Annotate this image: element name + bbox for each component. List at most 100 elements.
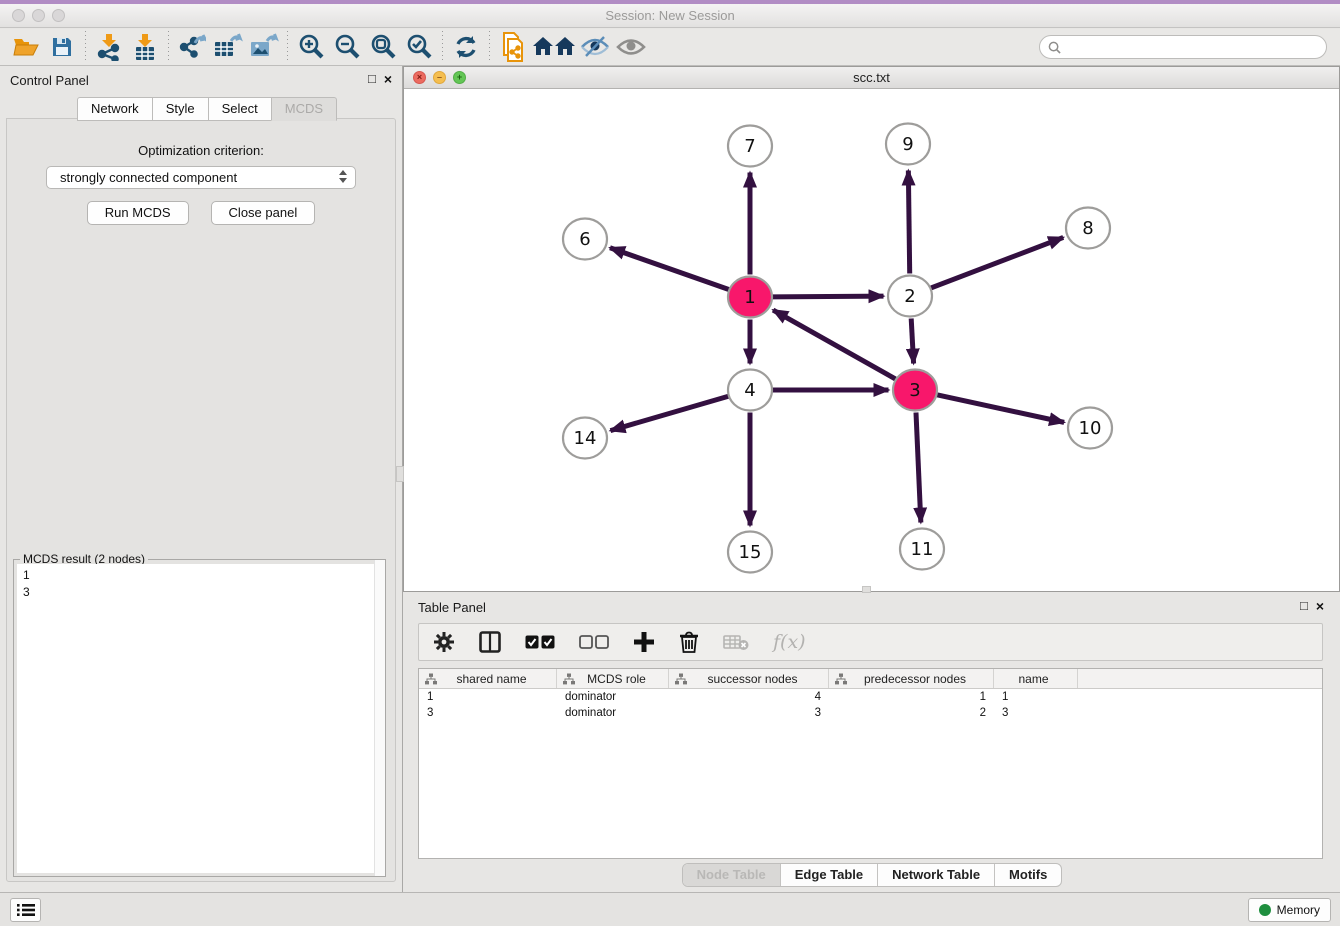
column-header-name[interactable]: name: [994, 669, 1078, 688]
task-history-button[interactable]: [10, 898, 41, 922]
node-label-3: 3: [909, 380, 920, 401]
show-graphics-details-icon[interactable]: [613, 31, 649, 63]
edge-2-3[interactable]: [911, 318, 913, 363]
toggle-columns-pane-icon[interactable]: [479, 631, 501, 653]
table-tabs: Node TableEdge TableNetwork TableMotifs: [404, 863, 1340, 887]
toolbar-separator: [287, 31, 288, 63]
cell-name[interactable]: 3: [994, 707, 1078, 719]
cell-MCDS-role[interactable]: dominator: [557, 691, 669, 703]
cell-name[interactable]: 1: [994, 691, 1078, 703]
select-stepper-icon: [339, 170, 347, 183]
float-table-panel-icon[interactable]: □: [1300, 599, 1308, 613]
zoom-fit-icon[interactable]: [365, 31, 401, 63]
cell-successor-nodes[interactable]: 3: [669, 707, 829, 719]
node-label-2: 2: [904, 286, 915, 307]
edge-3-1[interactable]: [773, 310, 895, 379]
result-scrollbar[interactable]: [374, 560, 385, 876]
mcds-panel-body: Optimization criterion: strongly connect…: [6, 118, 396, 882]
hide-graphics-details-icon[interactable]: [577, 31, 613, 63]
delete-table-icon[interactable]: [723, 633, 749, 651]
control-panel-header: Control Panel □ ×: [0, 66, 402, 96]
home-network-icon[interactable]: [531, 31, 577, 63]
edge-3-11[interactable]: [916, 412, 921, 522]
export-table-icon[interactable]: [210, 31, 246, 63]
edge-2-9[interactable]: [908, 170, 909, 273]
list-icon: [17, 903, 35, 917]
column-header-predecessor-nodes[interactable]: predecessor nodes: [829, 669, 994, 688]
network-canvas[interactable]: 7968124314101511: [404, 89, 1339, 591]
tab-edge-table[interactable]: Edge Table: [781, 864, 878, 886]
hide-all-columns-icon[interactable]: [579, 635, 609, 649]
tab-select[interactable]: Select: [208, 97, 272, 121]
node-label-15: 15: [739, 542, 762, 563]
table-settings-gear-icon[interactable]: [433, 631, 455, 653]
run-mcds-button[interactable]: Run MCDS: [87, 201, 189, 225]
cell-predecessor-nodes[interactable]: 2: [829, 707, 994, 719]
close-panel-button[interactable]: Close panel: [211, 201, 316, 225]
zoom-selected-icon[interactable]: [401, 31, 437, 63]
network-graph[interactable]: 7968124314101511: [404, 89, 1339, 592]
close-panel-icon[interactable]: ×: [384, 72, 392, 86]
zoom-in-icon[interactable]: [293, 31, 329, 63]
save-session-icon[interactable]: [44, 31, 80, 63]
search-icon: [1048, 41, 1061, 54]
table-row-2[interactable]: 3dominator323: [419, 705, 1322, 721]
tab-style[interactable]: Style: [152, 97, 209, 121]
edge-3-10[interactable]: [937, 395, 1064, 423]
zoom-out-icon[interactable]: [329, 31, 365, 63]
cell-predecessor-nodes[interactable]: 1: [829, 691, 994, 703]
export-network-icon[interactable]: [174, 31, 210, 63]
cell-shared-name[interactable]: 1: [419, 691, 557, 703]
column-tree-icon: [563, 673, 575, 685]
tab-node-table[interactable]: Node Table: [683, 864, 781, 886]
function-builder-icon[interactable]: f(x): [773, 631, 806, 653]
horizontal-splitter-grip[interactable]: [862, 586, 871, 593]
node-label-7: 7: [744, 136, 755, 157]
tab-network[interactable]: Network: [77, 97, 153, 121]
edge-4-14[interactable]: [610, 396, 728, 430]
open-file-icon[interactable]: [8, 31, 44, 63]
optimization-criterion-select[interactable]: strongly connected component: [46, 166, 356, 189]
column-label: predecessor nodes: [847, 672, 993, 686]
memory-status-icon: [1259, 904, 1271, 916]
delete-column-icon[interactable]: [679, 631, 699, 654]
memory-button[interactable]: Memory: [1248, 898, 1331, 922]
cell-MCDS-role[interactable]: dominator: [557, 707, 669, 719]
node-table[interactable]: shared name MCDS rolesuccessor nodes prede…: [418, 668, 1323, 859]
edge-1-6[interactable]: [610, 248, 729, 290]
column-header-successor-nodes[interactable]: successor nodes: [669, 669, 829, 688]
vertical-splitter-grip[interactable]: [396, 466, 404, 482]
tab-motifs[interactable]: Motifs: [995, 864, 1061, 886]
control-panel: Control Panel □ × NetworkStyleSelectMCDS…: [0, 66, 403, 892]
edge-1-2[interactable]: [772, 296, 883, 297]
column-label: MCDS role: [575, 672, 668, 686]
global-search-field[interactable]: [1039, 35, 1327, 59]
status-bar: Memory: [0, 892, 1340, 926]
mcds-result-text[interactable]: 1 3: [17, 564, 382, 873]
network-window-titlebar[interactable]: × – + scc.txt: [404, 67, 1339, 89]
node-label-1: 1: [744, 287, 755, 308]
edge-2-8[interactable]: [931, 237, 1063, 288]
duplicate-network-icon[interactable]: [495, 31, 531, 63]
show-all-columns-icon[interactable]: [525, 635, 555, 649]
refresh-layout-icon[interactable]: [448, 31, 484, 63]
search-input[interactable]: [1066, 40, 1326, 54]
import-network-icon[interactable]: [91, 31, 127, 63]
close-table-panel-icon[interactable]: ×: [1316, 599, 1324, 613]
column-header-MCDS-role[interactable]: MCDS role: [557, 669, 669, 688]
cell-shared-name[interactable]: 3: [419, 707, 557, 719]
table-row-1[interactable]: 1dominator411: [419, 689, 1322, 705]
cell-successor-nodes[interactable]: 4: [669, 691, 829, 703]
optimization-criterion-label: Optimization criterion:: [7, 143, 395, 158]
toolbar-separator: [489, 31, 490, 63]
column-header-shared-name[interactable]: shared name: [419, 669, 557, 688]
node-label-10: 10: [1079, 418, 1102, 439]
tab-mcds[interactable]: MCDS: [271, 97, 337, 121]
tab-network-table[interactable]: Network Table: [878, 864, 995, 886]
float-panel-icon[interactable]: □: [368, 72, 376, 86]
column-label: shared name: [437, 672, 556, 686]
column-tree-icon: [675, 673, 687, 685]
export-image-icon[interactable]: [246, 31, 282, 63]
import-table-icon[interactable]: [127, 31, 163, 63]
create-column-icon[interactable]: [633, 631, 655, 653]
